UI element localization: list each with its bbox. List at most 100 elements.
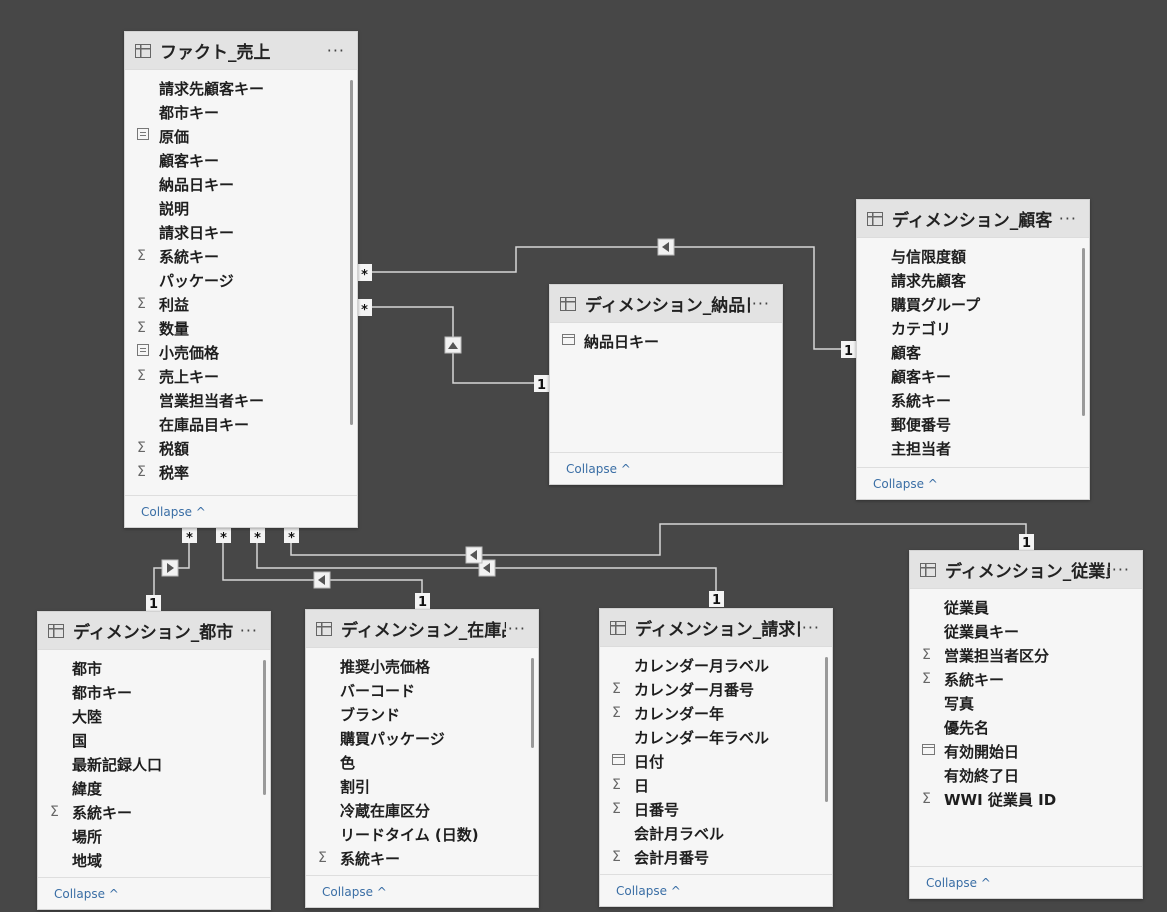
- field-item[interactable]: 請求先顧客: [857, 268, 1089, 292]
- field-item[interactable]: Σ日: [600, 773, 832, 797]
- field-item[interactable]: 購買パッケージ: [306, 726, 538, 750]
- field-item[interactable]: 緯度: [38, 776, 270, 800]
- table-header[interactable]: ディメンション_顧客 ···: [857, 200, 1089, 238]
- sigma-icon: Σ: [50, 804, 59, 820]
- field-item[interactable]: 国: [38, 728, 270, 752]
- field-item[interactable]: カレンダー年ラベル: [600, 725, 832, 749]
- table-card-dim-city[interactable]: ディメンション_都市 ··· 都市 都市キー 大陸国最新記録人口 緯度 Σ 系統キー場所地…: [37, 611, 271, 910]
- field-item[interactable]: 請求先顧客キー: [125, 76, 357, 100]
- field-label: 場所: [72, 827, 103, 846]
- more-options-button[interactable]: ···: [506, 619, 528, 638]
- field-item[interactable]: 納品日キー: [125, 172, 357, 196]
- field-item[interactable]: 系統キー: [857, 388, 1089, 412]
- field-item[interactable]: Σ 営業担当者区分: [910, 643, 1142, 667]
- collapse-button[interactable]: Collapse ^: [322, 885, 387, 899]
- table-card-dim-employee[interactable]: ディメンション_従業員 ··· 従業員 従業員キー Σ 営業担当者区分 Σ 系統キー 写真優…: [909, 550, 1143, 899]
- field-item[interactable]: 原価: [125, 124, 357, 148]
- collapse-button[interactable]: Collapse ^: [926, 876, 991, 890]
- field-item[interactable]: 会計月ラベル: [600, 821, 832, 845]
- field-item[interactable]: 場所: [38, 824, 270, 848]
- field-item[interactable]: 顧客キー: [125, 148, 357, 172]
- field-item[interactable]: 与信限度額: [857, 244, 1089, 268]
- field-item[interactable]: 有効開始日: [910, 739, 1142, 763]
- field-item[interactable]: バーコード: [306, 678, 538, 702]
- field-item[interactable]: 郵便番号: [857, 412, 1089, 436]
- scrollbar[interactable]: [263, 660, 266, 795]
- field-item[interactable]: 説明: [125, 196, 357, 220]
- table-card-dim-customer[interactable]: ディメンション_顧客 ··· 与信限度額 請求先顧客 購買グループ カテゴリ 顧客 顧客キ…: [856, 199, 1090, 500]
- field-item[interactable]: Σ 数量: [125, 316, 357, 340]
- field-item[interactable]: Σ 利益: [125, 292, 357, 316]
- field-item[interactable]: 日付: [600, 749, 832, 773]
- field-item[interactable]: 都市: [38, 656, 270, 680]
- table-header[interactable]: ディメンション_在庫品 ···: [306, 610, 538, 648]
- table-header[interactable]: ファクト_売上 ···: [125, 32, 357, 70]
- scrollbar[interactable]: [825, 657, 828, 802]
- more-options-button[interactable]: ···: [238, 621, 260, 640]
- field-item[interactable]: 顧客: [857, 340, 1089, 364]
- scrollbar[interactable]: [1082, 248, 1085, 416]
- table-card-fact-sales[interactable]: ファクト_売上 ··· 請求先顧客キー 都市キー 原価 顧客キー 納品日キー 説明 請求日キ…: [124, 31, 358, 528]
- field-item[interactable]: 購買グループ: [857, 292, 1089, 316]
- field-item[interactable]: 顧客キー: [857, 364, 1089, 388]
- field-item[interactable]: Σ 日番号: [600, 797, 832, 821]
- field-item[interactable]: Σ WWI 従業員 ID: [910, 787, 1142, 811]
- scrollbar[interactable]: [350, 80, 353, 425]
- more-options-button[interactable]: ···: [1110, 560, 1132, 579]
- field-item[interactable]: Σ 売上キー: [125, 364, 357, 388]
- table-header[interactable]: ディメンション_請求日 ···: [600, 609, 832, 647]
- field-item[interactable]: Σ 会計月番号: [600, 845, 832, 869]
- table-title: ディメンション_納品日: [585, 296, 750, 316]
- collapse-button[interactable]: Collapse ^: [616, 884, 681, 898]
- field-item[interactable]: 地域: [38, 848, 270, 872]
- field-item[interactable]: 優先名: [910, 715, 1142, 739]
- field-item[interactable]: 割引: [306, 774, 538, 798]
- field-item[interactable]: Σ 系統キー: [125, 244, 357, 268]
- table-header[interactable]: ディメンション_納品日 ···: [550, 285, 782, 323]
- collapse-button[interactable]: Collapse ^: [54, 887, 119, 901]
- table-header[interactable]: ディメンション_従業員 ···: [910, 551, 1142, 589]
- field-item[interactable]: Σ カレンダー年: [600, 701, 832, 725]
- more-options-button[interactable]: ···: [800, 618, 822, 637]
- field-item[interactable]: ブランド: [306, 702, 538, 726]
- more-options-button[interactable]: ···: [325, 41, 347, 60]
- field-item[interactable]: 推奨小売価格: [306, 654, 538, 678]
- collapse-button[interactable]: Collapse ^: [141, 505, 206, 519]
- field-item[interactable]: 都市キー: [38, 680, 270, 704]
- field-item[interactable]: 最新記録人口: [38, 752, 270, 776]
- scrollbar[interactable]: [531, 658, 534, 748]
- field-item[interactable]: 請求日キー: [125, 220, 357, 244]
- relationship-line-stock-item[interactable]: [222, 543, 423, 598]
- field-item[interactable]: 小売価格: [125, 340, 357, 364]
- field-item[interactable]: 冷蔵在庫区分: [306, 798, 538, 822]
- table-card-dim-delivery-date[interactable]: ディメンション_納品日 ··· 納品日キー Collapse ^: [549, 284, 783, 485]
- field-item[interactable]: 有効終了日: [910, 763, 1142, 787]
- collapse-button[interactable]: Collapse ^: [873, 477, 938, 491]
- field-item[interactable]: 営業担当者キー: [125, 388, 357, 412]
- field-item[interactable]: 主担当者: [857, 436, 1089, 460]
- more-options-button[interactable]: ···: [750, 294, 772, 313]
- field-item[interactable]: Σ 系統キー: [306, 846, 538, 870]
- field-item[interactable]: 大陸: [38, 704, 270, 728]
- field-item[interactable]: 従業員: [910, 595, 1142, 619]
- table-header[interactable]: ディメンション_都市 ···: [38, 612, 270, 650]
- field-item[interactable]: 都市キー: [125, 100, 357, 124]
- field-item[interactable]: Σ カレンダー月番号: [600, 677, 832, 701]
- field-item[interactable]: 従業員キー: [910, 619, 1142, 643]
- table-card-dim-stock-item[interactable]: ディメンション_在庫品 ··· 推奨小売価格 バーコード ブランド 購買パッケージ色割…: [305, 609, 539, 908]
- field-item[interactable]: カレンダー月ラベル: [600, 653, 832, 677]
- table-card-dim-invoice-date[interactable]: ディメンション_請求日 ··· カレンダー月ラベル Σ カレンダー月番号 Σ カレンダー…: [599, 608, 833, 907]
- field-item[interactable]: カテゴリ: [857, 316, 1089, 340]
- more-options-button[interactable]: ···: [1057, 209, 1079, 228]
- field-item[interactable]: Σ 税額: [125, 436, 357, 460]
- collapse-button[interactable]: Collapse ^: [566, 462, 631, 476]
- field-item[interactable]: 納品日キー: [550, 329, 782, 353]
- field-item[interactable]: リードタイム (日数): [306, 822, 538, 846]
- field-item[interactable]: Σ 税率: [125, 460, 357, 484]
- field-item[interactable]: 在庫品目キー: [125, 412, 357, 436]
- field-item[interactable]: 写真: [910, 691, 1142, 715]
- field-item[interactable]: Σ 系統キー: [38, 800, 270, 824]
- field-item[interactable]: パッケージ: [125, 268, 357, 292]
- field-item[interactable]: Σ 系統キー: [910, 667, 1142, 691]
- field-item[interactable]: 色: [306, 750, 538, 774]
